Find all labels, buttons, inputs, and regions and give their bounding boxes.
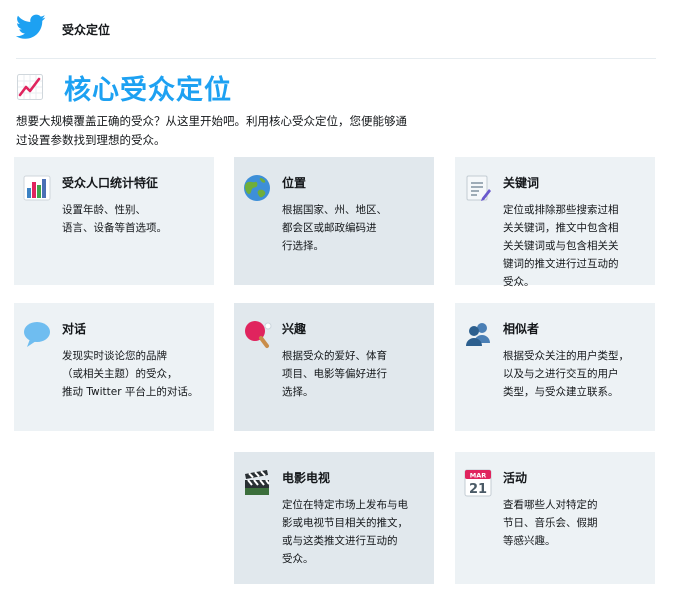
card-description-line: 受众。 bbox=[282, 553, 314, 565]
card-demographics[interactable]: 受众人口统计特征 设置年龄、性别、 语言、设备等首选项。 bbox=[14, 157, 214, 285]
calendar-icon: MAR 21 bbox=[464, 469, 492, 497]
card-lookalikes[interactable]: 相似者 根据受众关注的用户类型， 以及与之进行交互的用户 类型，与受众建立联系。 bbox=[455, 303, 655, 431]
card-description-line: 语言、设备等首选项。 bbox=[62, 222, 167, 234]
card-description: 定位在特定市场上发布与电 影或电视节目相关的推文， 或与这类推文进行互动的 受众… bbox=[282, 496, 432, 568]
card-keywords[interactable]: 关键词 定位或排除那些搜索过相 关关键词，推文中包含相 关关键词或与包含相关关 … bbox=[455, 157, 655, 288]
card-title: 电影电视 bbox=[282, 471, 331, 485]
card-conversation[interactable]: 对话 发现实时谈论您的品牌 （或相关主题）的受众， 推动 Twitter 平台上… bbox=[14, 303, 214, 431]
card-description-line: 行选择。 bbox=[282, 240, 324, 252]
card-description-line: 选择。 bbox=[282, 386, 314, 398]
hero-title: 核心受众定位 bbox=[64, 75, 232, 106]
card-description: 根据受众的爱好、体育 项目、电影等偏好进行 选择。 bbox=[282, 347, 432, 401]
card-title: 受众人口统计特征 bbox=[62, 176, 159, 190]
card-description-line: 都会区或邮政编码进 bbox=[282, 222, 377, 234]
card-description-line: 关关键词，推文中包含相 bbox=[503, 222, 619, 234]
card-description-line: 节日、音乐会、假期 bbox=[503, 517, 598, 529]
card-movies-tv[interactable]: 电影电视 定位在特定市场上发布与电 影或电视节目相关的推文， 或与这类推文进行互… bbox=[234, 452, 434, 584]
page-title: 受众定位 bbox=[62, 23, 111, 37]
clapperboard-icon bbox=[245, 470, 270, 495]
intro-line: 过设置参数找到理想的受众。 bbox=[16, 133, 166, 147]
card-description-line: 关关键词或与包含相关关 bbox=[503, 240, 619, 252]
card-description-line: 以及与之进行交互的用户 bbox=[503, 368, 619, 380]
top-bar: 受众定位 bbox=[0, 0, 678, 58]
card-description-line: 根据受众关注的用户类型， bbox=[503, 350, 629, 362]
card-description-line: 定位或排除那些搜索过相 bbox=[503, 204, 619, 216]
card-description: 根据受众关注的用户类型， 以及与之进行交互的用户 类型，与受众建立联系。 bbox=[503, 347, 653, 401]
card-description: 发现实时谈论您的品牌 （或相关主题）的受众， 推动 Twitter 平台上的对话… bbox=[62, 347, 212, 401]
card-description-line: 定位在特定市场上发布与电 bbox=[282, 499, 408, 511]
card-title: 位置 bbox=[282, 176, 307, 190]
card-description: 根据国家、州、地区、 都会区或邮政编码进 行选择。 bbox=[282, 201, 432, 255]
card-description-line: 受众。 bbox=[503, 276, 535, 288]
card-description-line: 键词的推文进行过互动的 bbox=[503, 258, 619, 270]
card-description-line: 设置年龄、性别、 bbox=[62, 204, 146, 216]
card-description-line: 发现实时谈论您的品牌 bbox=[62, 350, 167, 362]
card-description: 设置年龄、性别、 语言、设备等首选项。 bbox=[62, 201, 212, 237]
header-divider bbox=[16, 58, 656, 59]
twitter-bird-icon[interactable] bbox=[16, 14, 46, 40]
card-events[interactable]: MAR 21 活动 查看哪些人对特定的 节日、音乐会、假期 等感兴趣。 bbox=[455, 452, 655, 584]
card-description-line: 查看哪些人对特定的 bbox=[503, 499, 598, 511]
card-description-line: 项目、电影等偏好进行 bbox=[282, 368, 387, 380]
card-interests[interactable]: 兴趣 根据受众的爱好、体育 项目、电影等偏好进行 选择。 bbox=[234, 303, 434, 431]
bar-chart-icon bbox=[23, 175, 51, 201]
card-description-line: 等感兴趣。 bbox=[503, 535, 556, 547]
card-description-line: 根据受众的爱好、体育 bbox=[282, 350, 387, 362]
card-description: 定位或排除那些搜索过相 关关键词，推文中包含相 关关键词或与包含相关关 键词的推… bbox=[503, 201, 653, 291]
card-location[interactable]: 位置 根据国家、州、地区、 都会区或邮政编码进 行选择。 bbox=[234, 157, 434, 285]
card-description-line: （或相关主题）的受众， bbox=[62, 368, 178, 380]
card-description-line: 影或电视节目相关的推文， bbox=[282, 517, 408, 529]
globe-icon bbox=[244, 175, 270, 201]
card-description-line: 推动 Twitter 平台上的对话。 bbox=[62, 386, 199, 398]
calendar-month: MAR bbox=[470, 471, 487, 479]
card-title: 关键词 bbox=[503, 176, 540, 190]
speech-bubble-icon bbox=[24, 322, 50, 347]
card-title: 对话 bbox=[62, 322, 87, 336]
card-title: 兴趣 bbox=[282, 322, 307, 336]
card-description-line: 根据国家、州、地区、 bbox=[282, 204, 387, 216]
ping-pong-icon bbox=[245, 321, 272, 348]
document-pencil-icon bbox=[466, 175, 491, 201]
card-description: 查看哪些人对特定的 节日、音乐会、假期 等感兴趣。 bbox=[503, 496, 653, 550]
card-title: 相似者 bbox=[503, 322, 540, 336]
card-description-line: 类型，与受众建立联系。 bbox=[503, 386, 619, 398]
intro-line: 想要大规模覆盖正确的受众？从这里开始吧。利用核心受众定位，您便能够通 bbox=[16, 114, 407, 128]
users-icon bbox=[466, 323, 490, 346]
intro-text: 想要大规模覆盖正确的受众？从这里开始吧。利用核心受众定位，您便能够通 过设置参数… bbox=[16, 112, 456, 150]
card-title: 活动 bbox=[503, 471, 528, 485]
calendar-day: 21 bbox=[469, 482, 487, 497]
card-description-line: 或与这类推文进行互动的 bbox=[282, 535, 398, 547]
trending-chart-icon bbox=[17, 74, 43, 100]
